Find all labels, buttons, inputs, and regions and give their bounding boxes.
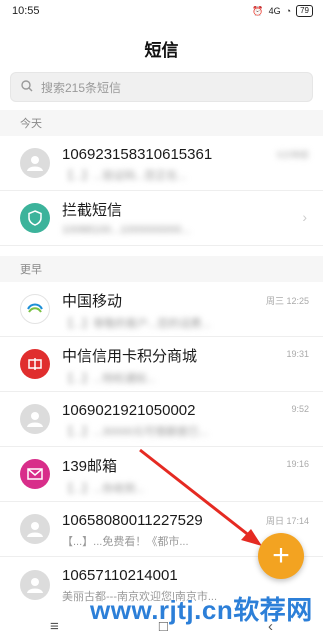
system-nav-bar: ≡ □ ‹ — [0, 609, 323, 643]
back-icon[interactable]: ‹ — [268, 618, 273, 635]
home-icon[interactable]: □ — [159, 618, 168, 635]
new-message-button[interactable]: + — [258, 533, 304, 579]
menu-icon[interactable]: ≡ — [50, 618, 59, 635]
